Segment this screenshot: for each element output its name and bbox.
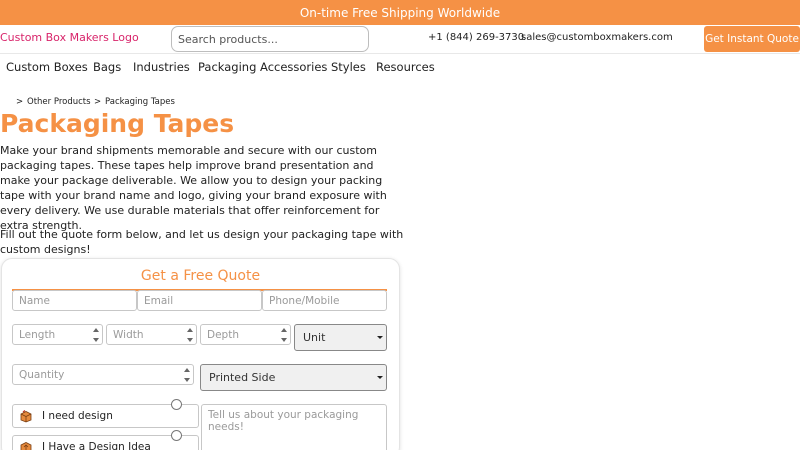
get-instant-quote-button[interactable]: Get Instant Quote bbox=[704, 26, 800, 52]
design-option-need-design[interactable]: I need design bbox=[12, 404, 199, 428]
quantity-stepper[interactable] bbox=[184, 368, 190, 382]
search-input[interactable] bbox=[171, 26, 369, 52]
width-field[interactable]: Width bbox=[106, 324, 197, 345]
design-option-label: I need design bbox=[42, 410, 113, 422]
promo-text: On-time Free Shipping Worldwide bbox=[299, 5, 501, 20]
breadcrumb-other-products[interactable]: Other Products bbox=[27, 97, 91, 107]
promo-bar: On-time Free Shipping Worldwide bbox=[0, 0, 800, 25]
width-placeholder: Width bbox=[113, 328, 144, 341]
quote-form-title: Get a Free Quote bbox=[140, 268, 261, 284]
chevron-down-icon bbox=[377, 376, 383, 379]
quantity-field[interactable]: Quantity bbox=[12, 364, 194, 385]
unit-select-value: Unit bbox=[303, 331, 326, 344]
chevron-down-icon bbox=[377, 336, 383, 339]
email-link[interactable]: sales@customboxmakers.com bbox=[521, 32, 673, 43]
nav-item-packaging-accessories[interactable]: Packaging Accessories bbox=[198, 60, 327, 74]
email-placeholder: Email bbox=[144, 294, 174, 307]
name-field[interactable]: Name bbox=[12, 290, 137, 311]
phone-link[interactable]: +1 (844) 269-3730 bbox=[428, 32, 524, 43]
design-option-have-idea-radio[interactable] bbox=[171, 430, 182, 441]
length-field[interactable]: Length bbox=[12, 324, 103, 345]
width-stepper[interactable] bbox=[187, 328, 193, 342]
page-title: Packaging Tapes bbox=[0, 109, 235, 138]
length-stepper[interactable] bbox=[93, 328, 99, 342]
intro-paragraph: Make your brand shipments memorable and … bbox=[0, 144, 387, 232]
header-divider bbox=[0, 53, 800, 54]
box-idea-icon bbox=[20, 442, 32, 450]
email-field[interactable]: Email bbox=[137, 290, 262, 311]
nav-item-resources[interactable]: Resources bbox=[376, 60, 435, 74]
quantity-placeholder: Quantity bbox=[19, 368, 65, 381]
nav-item-styles[interactable]: Styles bbox=[331, 60, 366, 74]
message-textarea[interactable]: Tell us about your packaging needs! bbox=[201, 404, 387, 450]
site-header: Custom Box Makers Logo +1 (844) 269-3730… bbox=[0, 25, 800, 53]
length-placeholder: Length bbox=[19, 328, 56, 341]
depth-stepper[interactable] bbox=[281, 328, 287, 342]
design-option-need-design-radio[interactable] bbox=[171, 399, 182, 410]
unit-select[interactable]: Unit bbox=[294, 324, 387, 351]
breadcrumb-separator: > bbox=[94, 97, 102, 107]
breadcrumb-current: Packaging Tapes bbox=[105, 97, 175, 107]
printed-side-select[interactable]: Printed Side bbox=[200, 364, 387, 391]
nav-item-bags[interactable]: Bags bbox=[93, 60, 121, 74]
nav-item-industries[interactable]: Industries bbox=[133, 60, 190, 74]
depth-placeholder: Depth bbox=[207, 328, 239, 341]
design-option-label: I Have a Design Idea bbox=[42, 441, 151, 450]
depth-field[interactable]: Depth bbox=[200, 324, 291, 345]
breadcrumb-separator: > bbox=[16, 97, 24, 107]
printed-side-value: Printed Side bbox=[209, 371, 276, 384]
name-placeholder: Name bbox=[19, 294, 50, 307]
quote-instruction-paragraph: Fill out the quote form below, and let u… bbox=[0, 228, 404, 256]
phone-placeholder: Phone/Mobile bbox=[269, 294, 340, 307]
nav-item-custom-boxes[interactable]: Custom Boxes bbox=[6, 60, 88, 74]
message-placeholder: Tell us about your packaging needs! bbox=[208, 409, 359, 433]
phone-field[interactable]: Phone/Mobile bbox=[262, 290, 387, 311]
box-design-icon bbox=[20, 410, 32, 423]
site-logo[interactable]: Custom Box Makers Logo bbox=[0, 31, 139, 44]
